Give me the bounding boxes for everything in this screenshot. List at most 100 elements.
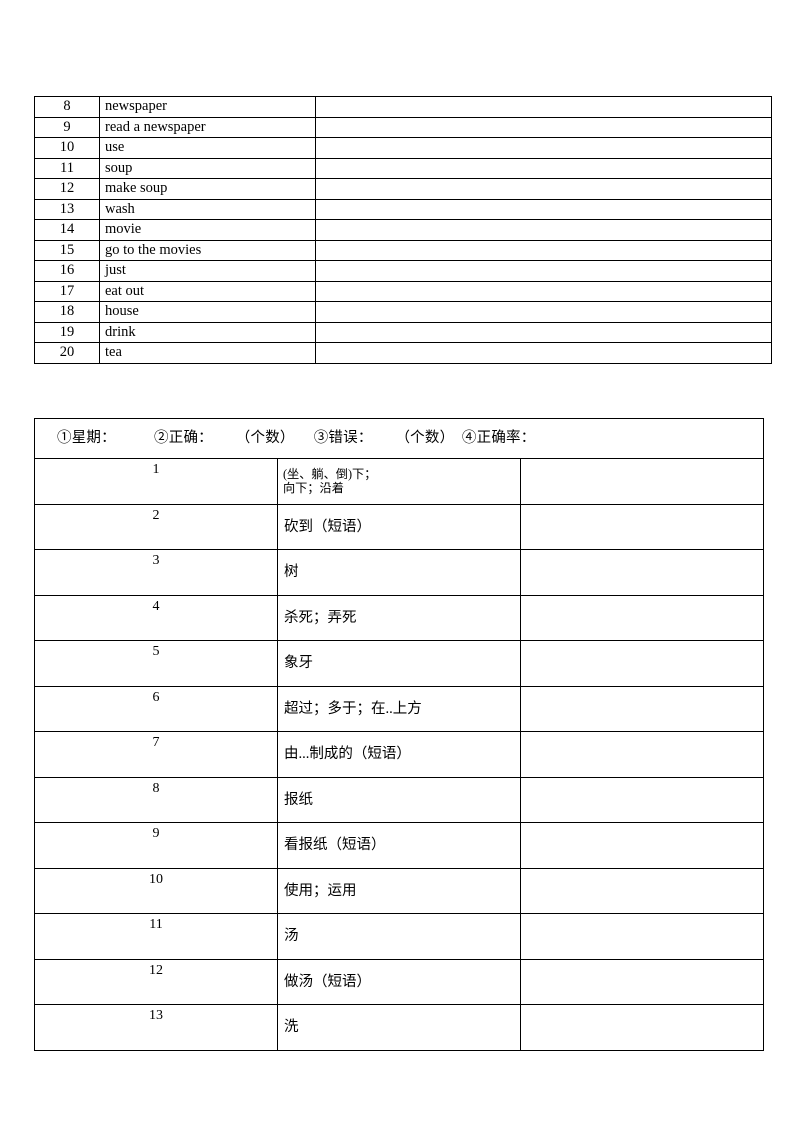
row-term: newspaper [99, 96, 316, 118]
row-number: 15 [34, 239, 100, 261]
row-meaning: 象牙 [277, 640, 521, 687]
row-answer-blank[interactable] [315, 137, 772, 159]
row-meaning: 砍到（短语） [277, 503, 521, 550]
row-number: 20 [34, 342, 100, 364]
row-answer-blank[interactable] [520, 822, 764, 869]
row-number: 11 [34, 157, 100, 179]
row-meaning: 做汤（短语） [277, 958, 521, 1005]
table-row: 5 象牙 [34, 640, 764, 687]
row-number: 7 [34, 731, 278, 778]
row-answer-blank[interactable] [520, 776, 764, 823]
table-row: 13 洗 [34, 1004, 764, 1051]
row-meaning: 使用；运用 [277, 867, 521, 914]
row-meaning: 树 [277, 549, 521, 596]
row-meaning: 由...制成的（短语） [277, 731, 521, 778]
row-term: house [99, 301, 316, 323]
row-number: 12 [34, 958, 278, 1005]
row-term: drink [99, 321, 316, 343]
row-number: 3 [34, 549, 278, 596]
row-meaning-line-1: (坐、躺、倒)下； [283, 466, 377, 481]
row-answer-blank[interactable] [315, 321, 772, 343]
table-row: 11 soup [34, 157, 772, 179]
table-row: 7 由...制成的（短语） [34, 731, 764, 778]
table-row: 3 树 [34, 549, 764, 596]
row-number: 9 [34, 822, 278, 869]
row-number: 13 [34, 198, 100, 220]
row-answer-blank[interactable] [315, 198, 772, 220]
table-row: 18 house [34, 301, 772, 323]
row-answer-blank[interactable] [315, 96, 772, 118]
table-row: 11 汤 [34, 913, 764, 960]
row-answer-blank[interactable] [520, 685, 764, 732]
row-answer-blank[interactable] [315, 239, 772, 261]
score-header: ①星期： ②正确： （个数） ③错误： （个数） ④正确率： [34, 418, 764, 459]
row-number: 13 [34, 1004, 278, 1051]
row-answer-blank[interactable] [520, 594, 764, 641]
row-meaning: 看报纸（短语） [277, 822, 521, 869]
table-row: 17 eat out [34, 280, 772, 302]
row-answer-blank[interactable] [315, 280, 772, 302]
table-row: 14 movie [34, 219, 772, 241]
table-row: 6 超过；多于；在..上方 [34, 685, 764, 732]
row-number: 6 [34, 685, 278, 732]
row-answer-blank[interactable] [315, 178, 772, 200]
table-row: 9 看报纸（短语） [34, 822, 764, 869]
row-answer-blank[interactable] [315, 116, 772, 138]
row-term: tea [99, 342, 316, 364]
table-row: 8 报纸 [34, 776, 764, 823]
row-number: 5 [34, 640, 278, 687]
table-row: 12 make soup [34, 178, 772, 200]
table-row: 4 杀死；弄死 [34, 594, 764, 641]
row-answer-blank[interactable] [520, 913, 764, 960]
row-number: 18 [34, 301, 100, 323]
row-number: 16 [34, 260, 100, 282]
row-answer-blank[interactable] [520, 640, 764, 687]
row-number: 4 [34, 594, 278, 641]
row-number: 17 [34, 280, 100, 302]
table-row: 8 newspaper [34, 96, 772, 118]
row-answer-blank[interactable] [315, 219, 772, 241]
row-term: soup [99, 157, 316, 179]
row-meaning: (坐、躺、倒)下； 向下；沿着 [277, 458, 521, 505]
row-term: go to the movies [99, 239, 316, 261]
meaning-table-body: ①星期： ②正确： （个数） ③错误： （个数） ④正确率： 1 (坐、躺、倒)… [34, 418, 764, 1051]
row-term: wash [99, 198, 316, 220]
table-row: 9 read a newspaper [34, 116, 772, 138]
row-answer-blank[interactable] [315, 301, 772, 323]
table-row: 1 (坐、躺、倒)下； 向下；沿着 [34, 458, 764, 505]
row-meaning: 汤 [277, 913, 521, 960]
worksheet-page: 8 newspaper 9 read a newspaper 10 use 11… [0, 0, 794, 1123]
row-term: use [99, 137, 316, 159]
table-row: 2 砍到（短语） [34, 503, 764, 550]
row-answer-blank[interactable] [520, 1004, 764, 1051]
table-row: 20 tea [34, 342, 772, 364]
row-term: just [99, 260, 316, 282]
row-answer-blank[interactable] [520, 958, 764, 1005]
table-row: 16 just [34, 260, 772, 282]
row-meaning: 杀死；弄死 [277, 594, 521, 641]
row-number: 11 [34, 913, 278, 960]
row-answer-blank[interactable] [520, 458, 764, 505]
row-meaning: 报纸 [277, 776, 521, 823]
vocabulary-table: 8 newspaper 9 read a newspaper 10 use 11… [34, 96, 772, 364]
meaning-table-header-row: ①星期： ②正确： （个数） ③错误： （个数） ④正确率： [34, 418, 764, 459]
row-answer-blank[interactable] [520, 867, 764, 914]
row-number: 19 [34, 321, 100, 343]
row-number: 12 [34, 178, 100, 200]
row-answer-blank[interactable] [315, 260, 772, 282]
row-meaning-line-2: 向下；沿着 [283, 481, 344, 496]
row-term: make soup [99, 178, 316, 200]
table-row: 10 use [34, 137, 772, 159]
row-answer-blank[interactable] [315, 342, 772, 364]
row-meaning: 洗 [277, 1004, 521, 1051]
table-row: 15 go to the movies [34, 239, 772, 261]
row-answer-blank[interactable] [520, 549, 764, 596]
row-number: 8 [34, 96, 100, 118]
row-answer-blank[interactable] [520, 731, 764, 778]
row-term: read a newspaper [99, 116, 316, 138]
row-answer-blank[interactable] [520, 503, 764, 550]
meaning-table: ①星期： ②正确： （个数） ③错误： （个数） ④正确率： 1 (坐、躺、倒)… [34, 418, 764, 1051]
row-number: 10 [34, 867, 278, 914]
row-term: movie [99, 219, 316, 241]
row-answer-blank[interactable] [315, 157, 772, 179]
